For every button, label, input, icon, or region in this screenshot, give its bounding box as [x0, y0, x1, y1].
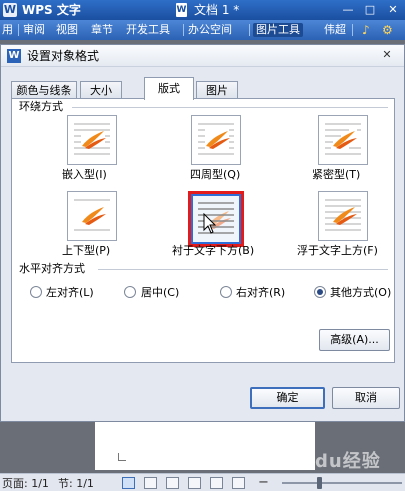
menu-item-insert[interactable]: 用 — [2, 23, 13, 37]
full-screen-view-icon[interactable] — [210, 477, 223, 489]
menu-divider — [183, 24, 184, 36]
ok-button[interactable]: 确定 — [250, 387, 325, 409]
menu-item-office-space[interactable]: 办公空间 — [188, 23, 232, 37]
tab-colors-lines[interactable]: 颜色与线条 — [11, 81, 77, 99]
page-indicator: 页面: 1/1 — [2, 477, 49, 490]
align-center-label[interactable]: 居中(C) — [141, 286, 179, 299]
document-tab[interactable]: 文档 1 * — [194, 3, 239, 17]
outline-view-icon[interactable] — [144, 477, 157, 489]
document-icon: W — [176, 3, 187, 17]
align-center-radio[interactable] — [124, 286, 136, 298]
in-front-of-text-icon — [319, 192, 367, 240]
menu-divider — [352, 24, 353, 36]
inline-wrap-icon — [68, 116, 116, 164]
dialog-close-button[interactable]: ✕ — [375, 47, 399, 64]
wrap-square-button[interactable] — [191, 115, 241, 165]
wrap-in-front-button[interactable] — [318, 191, 368, 241]
wps-dialog-icon: W — [7, 49, 21, 63]
square-wrap-icon — [192, 116, 240, 164]
dialog-title-bar[interactable]: W 设置对象格式 ✕ — [1, 45, 404, 67]
paragraph-mark-icon — [118, 453, 126, 461]
wrap-in-front-label: 浮于文字上方(F) — [297, 244, 378, 257]
tight-wrap-icon — [319, 116, 367, 164]
align-other-radio[interactable] — [314, 286, 326, 298]
zoom-out-button[interactable]: − — [258, 475, 269, 490]
wrap-square-label: 四周型(Q) — [190, 168, 241, 181]
align-right-radio[interactable] — [220, 286, 232, 298]
reading-view-icon[interactable] — [166, 477, 179, 489]
top-bottom-wrap-icon — [68, 192, 116, 240]
cancel-button[interactable]: 取消 — [332, 387, 400, 409]
zoom-slider-track[interactable] — [282, 482, 402, 484]
tab-size[interactable]: 大小 — [80, 81, 122, 99]
wrap-tight-button[interactable] — [318, 115, 368, 165]
zoom-slider-thumb[interactable] — [317, 477, 322, 489]
user-name[interactable]: 伟超 — [324, 23, 346, 37]
web-view-icon[interactable] — [188, 477, 201, 489]
status-bar: 页面: 1/1 节: 1/1 − — [0, 473, 405, 491]
menu-divider — [249, 24, 250, 36]
tab-picture[interactable]: 图片 — [196, 81, 238, 99]
wrap-style-group-label: 环绕方式 — [19, 100, 67, 114]
group-divider — [98, 269, 388, 270]
close-app-button[interactable]: ✕ — [383, 2, 403, 18]
tab-layout[interactable]: 版式 — [144, 77, 194, 100]
app-title-bar: W WPS 文字 W 文档 1 * — □ ✕ — [0, 0, 405, 20]
wrap-top-bottom-button[interactable] — [67, 191, 117, 241]
maximize-button[interactable]: □ — [360, 2, 380, 18]
menu-item-developer[interactable]: 开发工具 — [126, 23, 170, 37]
wrap-tight-label: 紧密型(T) — [312, 168, 361, 181]
skin-icon[interactable]: ♪ — [362, 23, 370, 37]
page-view-icon[interactable] — [122, 477, 135, 489]
wrap-inline-button[interactable] — [67, 115, 117, 165]
align-other-label[interactable]: 其他方式(O) — [330, 286, 391, 299]
menu-divider — [18, 24, 19, 36]
menu-item-review[interactable]: 审阅 — [23, 23, 45, 37]
horizontal-align-group-label: 水平对齐方式 — [19, 262, 89, 276]
ribbon-tabs: 用 审阅 视图 章节 开发工具 办公空间 图片工具 伟超 ♪ ⚙ — [0, 20, 405, 40]
wrap-top-bottom-label: 上下型(P) — [62, 244, 111, 257]
layout-view-icon[interactable] — [232, 477, 245, 489]
section-indicator: 节: 1/1 — [58, 477, 94, 490]
dialog-title: 设置对象格式 — [27, 49, 100, 63]
align-left-label[interactable]: 左对齐(L) — [46, 286, 94, 299]
settings-icon[interactable]: ⚙ — [382, 23, 393, 37]
align-left-radio[interactable] — [30, 286, 42, 298]
wrap-behind-text-label: 衬于文字下方(B) — [172, 244, 255, 257]
wps-logo-icon: W — [3, 3, 17, 17]
menu-item-view[interactable]: 视图 — [56, 23, 78, 37]
menu-item-chapter[interactable]: 章节 — [91, 23, 113, 37]
align-right-label[interactable]: 右对齐(R) — [236, 286, 285, 299]
app-name: WPS 文字 — [22, 3, 81, 17]
advanced-button[interactable]: 高级(A)... — [319, 329, 390, 351]
minimize-button[interactable]: — — [338, 2, 358, 18]
group-divider — [72, 107, 388, 108]
baidu-watermark: Baidu经验 — [280, 451, 381, 472]
wrap-inline-label: 嵌入型(I) — [62, 168, 107, 181]
mouse-cursor-icon — [203, 212, 217, 238]
menu-item-picture-tools[interactable]: 图片工具 — [253, 23, 303, 37]
